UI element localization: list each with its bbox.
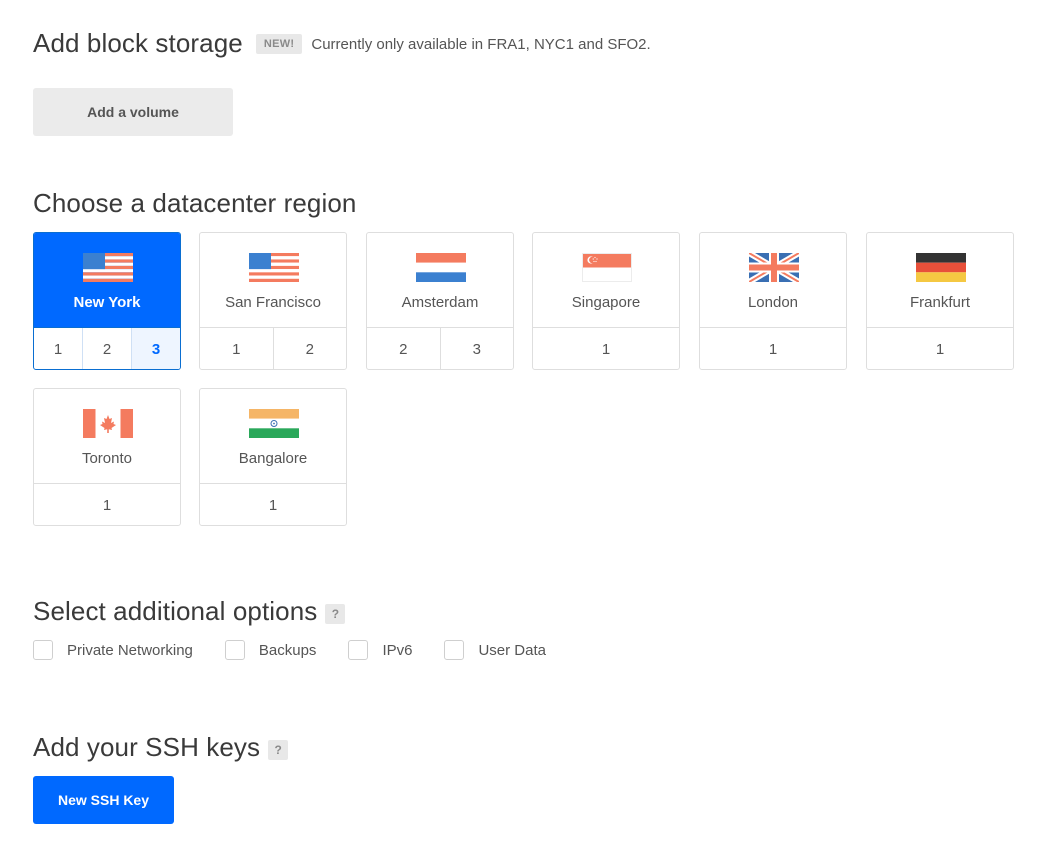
block-storage-title: Add block storage: [33, 28, 243, 58]
region-number-option[interactable]: 1: [200, 328, 274, 369]
region-number-selector: 1: [700, 328, 846, 369]
germany-flag-icon: [916, 253, 966, 282]
region-number-option[interactable]: 1: [533, 328, 679, 369]
option-label: Private Networking: [67, 641, 193, 659]
region-number-option[interactable]: 1: [867, 328, 1013, 369]
region-card-header[interactable]: Frankfurt: [867, 233, 1013, 328]
option-private-networking[interactable]: Private Networking: [33, 640, 193, 660]
option-user-data[interactable]: User Data: [444, 640, 546, 660]
us-flag-icon: [83, 253, 133, 282]
region-title: Choose a datacenter region: [33, 188, 357, 218]
region-card-header[interactable]: San Francisco: [200, 233, 346, 328]
region-card-new-york[interactable]: New York 1 2 3: [33, 232, 181, 370]
region-number-option[interactable]: 1: [34, 328, 83, 369]
options-title: Select additional options: [33, 596, 318, 626]
datacenter-region-section: Choose a datacenter region New York 1 2 3 Sa…: [33, 188, 1033, 526]
new-ssh-key-button[interactable]: New SSH Key: [33, 776, 174, 824]
region-card-san-francisco[interactable]: San Francisco 1 2: [199, 232, 347, 370]
ssh-help-icon[interactable]: ?: [268, 739, 289, 760]
region-number-option[interactable]: 1: [34, 484, 180, 525]
option-label: IPv6: [382, 641, 413, 659]
region-card-header[interactable]: Amsterdam: [367, 233, 513, 328]
region-number-selector: 1: [533, 328, 679, 369]
region-number-option[interactable]: 2: [367, 328, 441, 369]
canada-flag-icon: [83, 409, 133, 438]
option-backups[interactable]: Backups: [224, 640, 317, 660]
region-number-selector: 12: [200, 328, 347, 369]
ipv6-checkbox[interactable]: [348, 640, 369, 660]
region-name: San Francisco: [225, 294, 321, 311]
ssh-title: Add your SSH keys: [33, 732, 261, 762]
region-number-option[interactable]: 2: [83, 328, 132, 369]
ssh-keys-section: Add your SSH keys? New SSH Key: [33, 732, 289, 824]
region-card-header[interactable]: Toronto: [34, 389, 180, 484]
region-number-selector: 23: [367, 328, 514, 369]
region-number-selector: 1: [867, 328, 1013, 369]
region-card-header[interactable]: New York: [34, 233, 180, 328]
singapore-flag-icon: [582, 253, 632, 282]
backups-checkbox[interactable]: [224, 640, 245, 660]
new-badge: NEW!: [255, 34, 303, 54]
block-storage-section: Add block storage NEW! Currently only av…: [33, 30, 651, 136]
options-help-icon[interactable]: ?: [325, 603, 346, 624]
region-number-selector: 123: [34, 328, 180, 369]
region-number-option[interactable]: 1: [700, 328, 846, 369]
region-card-singapore[interactable]: Singapore 1: [532, 232, 680, 370]
region-number-option[interactable]: 1: [200, 484, 346, 525]
additional-options-section: Select additional options? Private Netwo…: [33, 596, 546, 660]
region-name: New York: [73, 294, 141, 311]
region-name: Frankfurt: [909, 294, 970, 311]
region-card-header[interactable]: Bangalore: [200, 389, 346, 484]
region-card-amsterdam[interactable]: Amsterdam 2 3: [366, 232, 514, 370]
region-number-option[interactable]: 3: [132, 328, 180, 369]
region-number-option[interactable]: 3: [441, 328, 514, 369]
region-card-header[interactable]: Singapore: [533, 233, 679, 328]
uk-flag-icon: [747, 250, 801, 285]
option-label: User Data: [478, 641, 546, 659]
option-ipv6[interactable]: IPv6: [348, 640, 412, 660]
region-name: London: [747, 294, 799, 311]
private-networking-checkbox[interactable]: [33, 640, 53, 660]
user-data-checkbox[interactable]: [444, 640, 465, 660]
region-name: Toronto: [81, 450, 133, 467]
region-number-option[interactable]: 2: [274, 328, 347, 369]
region-card-frankfurt[interactable]: Frankfurt 1: [866, 232, 1014, 370]
region-card-toronto[interactable]: Toronto 1: [33, 388, 181, 526]
block-storage-header: Add block storage NEW! Currently only av…: [33, 30, 651, 56]
options-row: Private Networking Backups IPv6 User Data: [33, 640, 578, 660]
region-name: Amsterdam: [401, 294, 479, 311]
option-label: Backups: [258, 641, 317, 659]
region-number-selector: 1: [34, 484, 180, 525]
us-flag-icon: [249, 253, 299, 282]
region-card-header[interactable]: London: [700, 233, 846, 328]
india-flag-icon: [249, 409, 299, 438]
region-card-london[interactable]: London 1: [699, 232, 847, 370]
region-name: Bangalore: [238, 450, 308, 467]
region-card-bangalore[interactable]: Bangalore 1: [199, 388, 347, 526]
add-volume-button[interactable]: Add a volume: [33, 88, 233, 136]
region-name: Singapore: [571, 294, 641, 311]
netherlands-flag-icon: [416, 253, 466, 282]
availability-note: Currently only available in FRA1, NYC1 a…: [311, 35, 651, 53]
region-number-selector: 1: [200, 484, 346, 525]
